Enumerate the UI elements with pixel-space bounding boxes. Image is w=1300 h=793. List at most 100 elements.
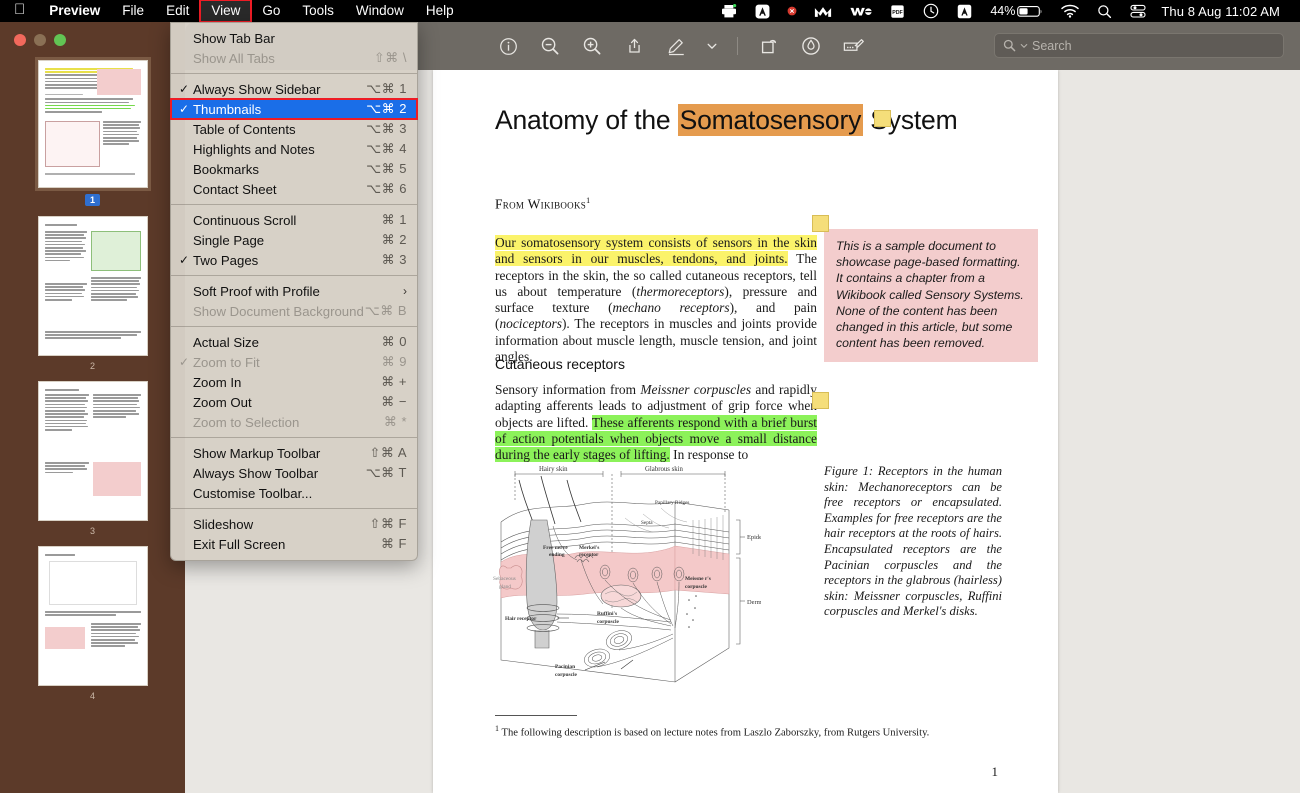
acrobat-a-icon[interactable] (948, 0, 981, 22)
menu-item-bookmarks[interactable]: Bookmarks ⌥⌘ 5 (171, 159, 417, 179)
menu-item-shortcut: ⇧⌘ A (369, 445, 407, 460)
svg-text:Septa: Septa (641, 520, 653, 526)
markup-pen-icon[interactable] (663, 33, 689, 59)
pdf-icon[interactable]: PDF (881, 0, 914, 22)
menu-view[interactable]: View (199, 0, 253, 23)
menu-item-thumbnails[interactable]: ✓ Thumbnails ⌥⌘ 2 (170, 98, 418, 120)
thumbnail-item[interactable]: 2 (0, 216, 185, 381)
menu-item-customise-toolbar[interactable]: Customise Toolbar... (171, 483, 417, 503)
menu-item-slideshow[interactable]: Slideshow ⇧⌘ F (171, 514, 417, 534)
thumbnail-item[interactable]: 3 (0, 381, 185, 546)
thumbnail-page-label: 4 (89, 691, 95, 701)
menu-go[interactable]: Go (251, 0, 291, 22)
signature-icon[interactable] (840, 33, 866, 59)
thumbnail-sidebar: 1 2 3 4 (0, 22, 185, 793)
menu-item-show-markup-toolbar[interactable]: Show Markup Toolbar ⇧⌘ A (171, 443, 417, 463)
toolbar-divider (737, 37, 738, 55)
rotate-icon[interactable] (756, 33, 782, 59)
zoom-in-icon[interactable] (579, 33, 605, 59)
menu-item-shortcut: ⌘ 9 (381, 354, 407, 369)
menu-item-shortcut: ⌘ + (381, 374, 407, 389)
menu-item-continuous-scroll[interactable]: Continuous Scroll ⌘ 1 (171, 210, 417, 230)
menu-item-contact-sheet[interactable]: Contact Sheet ⌥⌘ 6 (171, 179, 417, 199)
paragraph1-italic-b: mechano receptors (612, 300, 730, 316)
menu-item-label: Zoom In (193, 374, 242, 390)
search-icon (1003, 39, 1016, 52)
thumbnail-item[interactable]: 4 (0, 546, 185, 711)
menu-item-shortcut: ⌘ 2 (381, 232, 407, 247)
search-input[interactable]: Search (994, 33, 1284, 58)
menu-item-highlights-and-notes[interactable]: Highlights and Notes ⌥⌘ 4 (171, 139, 417, 159)
menu-item-actual-size[interactable]: Actual Size ⌘ 0 (171, 332, 417, 352)
menu-item-label: Bookmarks (193, 161, 259, 177)
checkmark-icon: ✓ (179, 355, 190, 369)
figure-caption: Figure 1: Receptors in the human skin: M… (824, 464, 1002, 619)
battery-icon[interactable] (1017, 0, 1052, 22)
we-transfer-icon[interactable] (841, 0, 881, 22)
menu-item-always-show-toolbar[interactable]: Always Show Toolbar ⌥⌘ T (171, 463, 417, 483)
control-center-icon[interactable] (1121, 0, 1155, 22)
annotate-icon[interactable] (798, 33, 824, 59)
menu-edit[interactable]: Edit (155, 0, 200, 22)
menu-item-zoom-in[interactable]: Zoom In ⌘ + (171, 372, 417, 392)
menu-preview[interactable]: Preview (38, 0, 111, 22)
menu-window[interactable]: Window (345, 0, 415, 22)
printer-icon[interactable] (712, 0, 746, 22)
menu-bar-status-items: PDF 44% Thu 8 Aug 11:02 AM (712, 0, 1300, 22)
menu-separator (171, 326, 417, 327)
menu-item-label: Always Show Toolbar (193, 465, 319, 481)
svg-text:corpuscle: corpuscle (685, 584, 707, 590)
menu-bar-clock[interactable]: Thu 8 Aug 11:02 AM (1155, 0, 1289, 22)
zoom-button[interactable] (54, 34, 66, 46)
thumbnail-page-4[interactable] (37, 546, 148, 686)
skin-anatomy-figure: Hairy skin Glabrous skin Papillary Ridge… (493, 462, 774, 697)
wifi-icon[interactable] (1052, 0, 1088, 22)
info-icon[interactable] (495, 33, 521, 59)
apple-logo-icon[interactable]:  (0, 0, 38, 22)
menu-item-soft-proof-with-profile[interactable]: Soft Proof with Profile › (171, 281, 417, 301)
history-clock-icon[interactable] (914, 0, 948, 22)
menu-item-shortcut: ⌥⌘ 4 (366, 141, 407, 156)
menu-item-label: Zoom to Fit (193, 354, 260, 370)
menu-item-show-tab-bar[interactable]: Show Tab Bar (171, 28, 417, 48)
thumbnail-page-label: 1 (84, 194, 100, 206)
menu-item-single-page[interactable]: Single Page ⌘ 2 (171, 230, 417, 250)
menu-item-zoom-out[interactable]: Zoom Out ⌘ − (171, 392, 417, 412)
pdf-page-1: Anatomy of the Somatosensory System From… (433, 70, 1058, 793)
menu-item-two-pages[interactable]: ✓ Two Pages ⌘ 3 (171, 250, 417, 270)
thumbnail-item[interactable]: 1 (0, 57, 185, 216)
sticky-note-marker[interactable] (812, 215, 829, 232)
menu-separator (171, 73, 417, 74)
close-button[interactable] (14, 34, 26, 46)
red-badge-icon[interactable] (779, 0, 805, 22)
svg-text:Dermis: Dermis (747, 599, 761, 606)
share-icon[interactable] (621, 33, 647, 59)
sticky-note-marker[interactable] (874, 110, 891, 127)
letter-a-icon[interactable] (746, 0, 779, 22)
menu-item-label: Show Tab Bar (193, 30, 275, 46)
thumbnail-page-1[interactable] (34, 57, 151, 191)
svg-text:corpuscle: corpuscle (555, 672, 577, 678)
menu-item-table-of-contents[interactable]: Table of Contents ⌥⌘ 3 (171, 119, 417, 139)
thumbnail-page-2[interactable] (37, 216, 148, 356)
menu-file[interactable]: File (111, 0, 155, 22)
menu-item-shortcut: ⌥⌘ T (365, 465, 407, 480)
menu-item-zoom-to-fit: ✓ Zoom to Fit ⌘ 9 (171, 352, 417, 372)
thumbnail-page-3[interactable] (37, 381, 148, 521)
zoom-out-icon[interactable] (537, 33, 563, 59)
sticky-note-marker[interactable] (812, 392, 829, 409)
spotlight-search-icon[interactable] (1088, 0, 1121, 22)
menu-item-shortcut: ⌘ F (380, 536, 407, 551)
menu-item-always-show-sidebar[interactable]: ✓ Always Show Sidebar ⌥⌘ 1 (171, 79, 417, 99)
title-part-1: Anatomy of the (495, 105, 678, 135)
footnote-rule (495, 715, 577, 716)
menu-help[interactable]: Help (415, 0, 465, 22)
malwarebytes-m-icon[interactable] (805, 0, 841, 22)
search-placeholder: Search (1032, 38, 1072, 53)
menu-tools[interactable]: Tools (291, 0, 345, 22)
chevron-down-icon[interactable] (705, 33, 719, 59)
menu-item-label: Slideshow (193, 516, 254, 532)
minimize-button[interactable] (34, 34, 46, 46)
menu-item-exit-full-screen[interactable]: Exit Full Screen ⌘ F (171, 534, 417, 554)
svg-text:Glabrous skin: Glabrous skin (645, 466, 684, 473)
